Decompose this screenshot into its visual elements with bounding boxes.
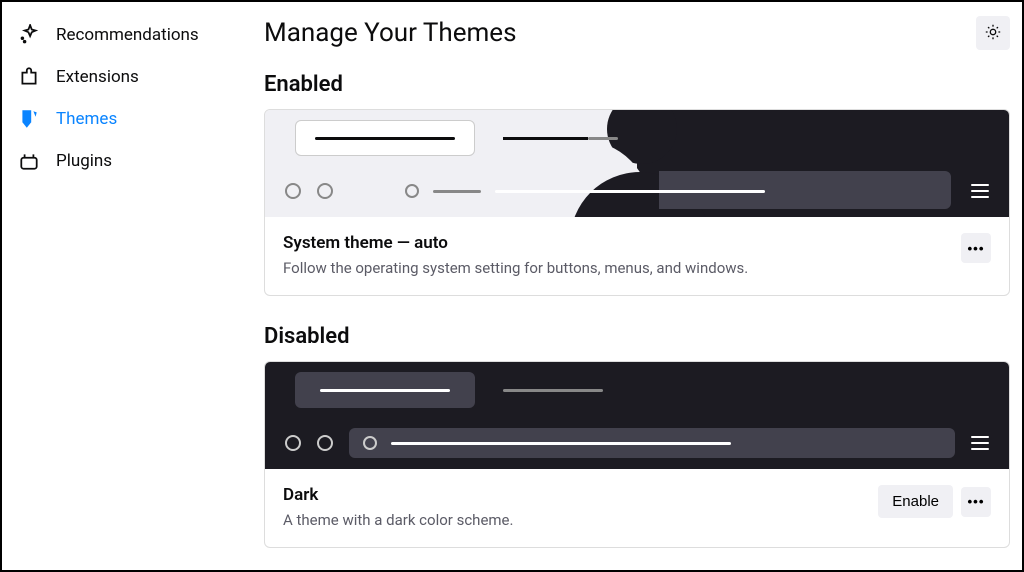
plugins-icon	[18, 150, 40, 172]
theme-preview	[265, 362, 1009, 469]
themes-icon	[18, 108, 40, 130]
sidebar-item-themes[interactable]: Themes	[8, 98, 244, 140]
sidebar-item-recommendations[interactable]: Recommendations	[8, 14, 244, 56]
theme-preview	[265, 110, 1009, 217]
theme-description: Follow the operating system setting for …	[283, 259, 748, 277]
enable-button[interactable]: Enable	[878, 485, 953, 518]
gear-icon	[984, 23, 1002, 44]
settings-button[interactable]	[976, 16, 1010, 50]
theme-more-button[interactable]: •••	[961, 233, 991, 263]
theme-card-system-auto: System theme — auto Follow the operating…	[264, 109, 1010, 296]
header: Manage Your Themes	[264, 16, 1010, 50]
theme-card-dark: Dark A theme with a dark color scheme. E…	[264, 361, 1010, 548]
more-icon: •••	[968, 494, 985, 509]
theme-info: System theme — auto Follow the operating…	[265, 217, 1009, 295]
extensions-icon	[18, 66, 40, 88]
enabled-section-title: Enabled	[264, 72, 1010, 97]
preview-tab	[503, 389, 603, 392]
main-content: Manage Your Themes Enabled	[250, 2, 1022, 570]
theme-info: Dark A theme with a dark color scheme. E…	[265, 469, 1009, 547]
more-icon: •••	[968, 241, 985, 256]
preview-tab	[503, 137, 618, 140]
theme-name: System theme — auto	[283, 233, 748, 253]
sidebar-item-label: Themes	[56, 109, 117, 129]
sidebar-item-label: Plugins	[56, 151, 112, 171]
theme-more-button[interactable]: •••	[961, 487, 991, 517]
sidebar-item-label: Extensions	[56, 67, 139, 87]
disabled-section-title: Disabled	[264, 324, 1010, 349]
theme-description: A theme with a dark color scheme.	[283, 511, 513, 529]
sidebar: Recommendations Extensions Themes Plugin…	[2, 2, 250, 570]
sidebar-item-plugins[interactable]: Plugins	[8, 140, 244, 182]
preview-tab	[295, 120, 475, 156]
recommendations-icon	[18, 24, 40, 46]
preview-url-bar	[349, 428, 955, 458]
preview-tab	[295, 372, 475, 408]
page-title: Manage Your Themes	[264, 18, 517, 48]
theme-name: Dark	[283, 485, 513, 505]
sidebar-item-extensions[interactable]: Extensions	[8, 56, 244, 98]
hamburger-icon	[971, 436, 989, 450]
sidebar-item-label: Recommendations	[56, 25, 199, 45]
